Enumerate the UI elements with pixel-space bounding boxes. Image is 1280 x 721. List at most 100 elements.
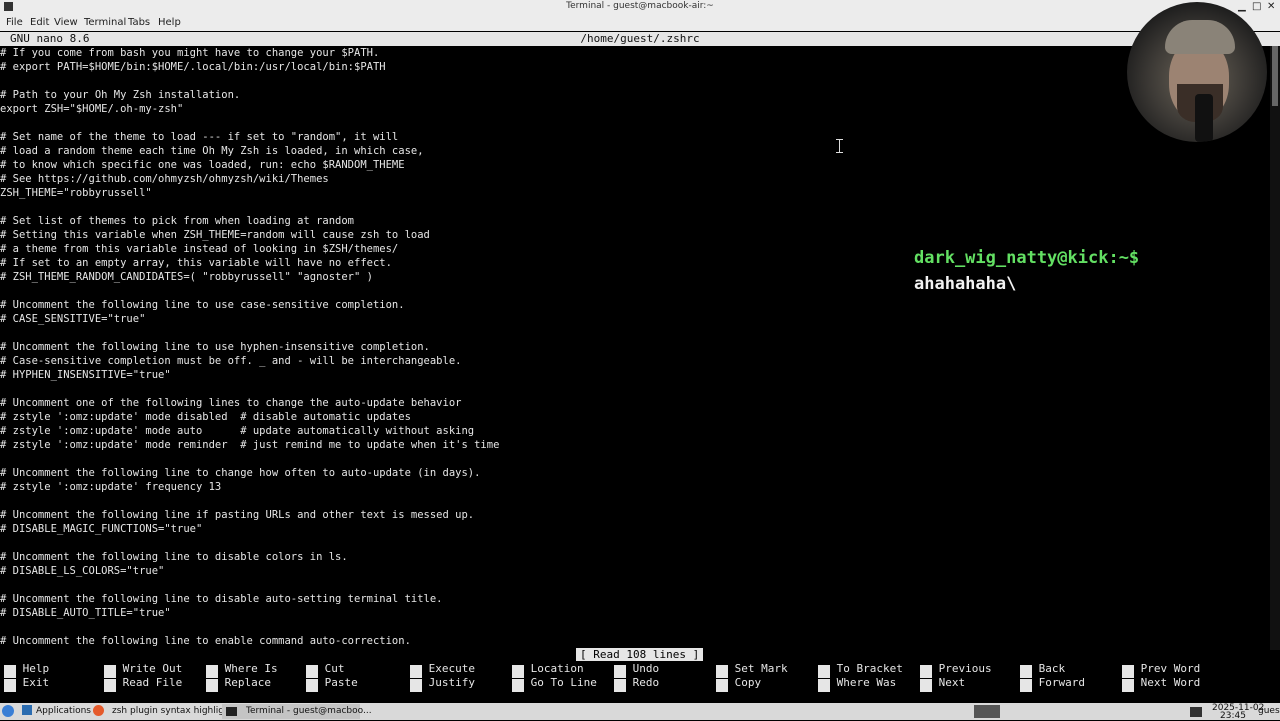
tray-user[interactable]: guest xyxy=(1258,705,1280,718)
shortcut-redo[interactable]: M-E Redo xyxy=(614,676,660,692)
menu-view[interactable]: View xyxy=(54,17,78,28)
shortcut-undo[interactable]: M-U Undo xyxy=(614,662,659,678)
shortcut-label: Redo xyxy=(632,676,660,689)
editor-line[interactable]: export ZSH="$HOME/.oh-my-zsh" xyxy=(0,102,183,116)
webcam-overlay xyxy=(1127,2,1267,142)
editor-line[interactable]: # Uncomment the following line to disabl… xyxy=(0,592,443,606)
shortcut-back[interactable]: ^B Back xyxy=(1020,662,1065,678)
shortcut-label: Prev Word xyxy=(1140,662,1201,675)
shortcut-key: ^B xyxy=(818,679,830,692)
editor-line[interactable]: # zstyle ':omz:update' mode disabled # d… xyxy=(0,410,411,424)
shortcut-key: ^J xyxy=(410,679,422,692)
shortcut-where-is[interactable]: ^W Where Is xyxy=(206,662,278,678)
editor-area[interactable]: # If you come from bash you might have t… xyxy=(0,46,1270,650)
nano-filename: /home/guest/.zshrc xyxy=(580,32,700,45)
shortcut-where-was[interactable]: ^B Where Was xyxy=(818,676,897,692)
network-icon[interactable] xyxy=(1190,707,1202,717)
shortcut-label: Help xyxy=(22,662,50,675)
microphone-icon xyxy=(1195,94,1213,142)
window-titlebar[interactable]: Terminal - guest@macbook-air:~ ▁ □ ✕ xyxy=(0,0,1280,14)
editor-line[interactable]: # Set list of themes to pick from when l… xyxy=(0,214,354,228)
shortcut-label: Previous xyxy=(938,662,992,675)
workspace-icon[interactable] xyxy=(974,705,1000,718)
shortcut-next-word[interactable]: ^Right Next Word xyxy=(1122,676,1200,692)
menu-tabs[interactable]: Tabs xyxy=(128,17,150,28)
scrollbar-thumb[interactable] xyxy=(1272,46,1278,106)
shortcut-previous[interactable]: M-Q Previous xyxy=(920,662,992,678)
shortcut-label: Where Was xyxy=(836,676,897,689)
editor-line[interactable]: # Uncomment the following line to change… xyxy=(0,466,480,480)
editor-line[interactable]: # Path to your Oh My Zsh installation. xyxy=(0,88,240,102)
menu-edit[interactable]: Edit xyxy=(30,17,49,28)
editor-line[interactable]: # If you come from bash you might have t… xyxy=(0,46,379,60)
shortcut-key: ^X xyxy=(4,679,16,692)
editor-line[interactable]: # ZSH_THEME_RANDOM_CANDIDATES=( "robbyru… xyxy=(0,270,373,284)
shortcut-cut[interactable]: ^K Cut xyxy=(306,662,345,678)
editor-line[interactable]: # Uncomment the following line if pastin… xyxy=(0,508,474,522)
shortcut-label: Exit xyxy=(22,676,50,689)
shortcut-next[interactable]: M-W Next xyxy=(920,676,965,692)
editor-line[interactable]: # Case-sensitive completion must be off.… xyxy=(0,354,461,368)
shortcut-copy[interactable]: M-6 Copy xyxy=(716,676,761,692)
applications-button[interactable]: Applications xyxy=(36,705,91,718)
editor-line[interactable]: # HYPHEN_INSENSITIVE="true" xyxy=(0,368,171,382)
shortcut-execute[interactable]: ^T Execute xyxy=(410,662,475,678)
shortcut-key: ^R xyxy=(104,679,116,692)
chat-username: dark_wig_natty@kick:~$ xyxy=(914,248,1140,268)
editor-line[interactable]: # zstyle ':omz:update' mode reminder # j… xyxy=(0,438,499,452)
terminal-task-icon xyxy=(226,707,237,716)
editor-line[interactable]: # DISABLE_LS_COLORS="true" xyxy=(0,564,164,578)
editor-line[interactable]: # Uncomment the following line to enable… xyxy=(0,634,411,648)
start-menu-icon[interactable] xyxy=(2,705,14,717)
shortcut-to-bracket[interactable]: M-] To Bracket xyxy=(818,662,903,678)
shortcut-exit[interactable]: ^X Exit xyxy=(4,676,50,692)
shortcut-go-to-line[interactable]: ^/ Go To Line xyxy=(512,676,597,692)
editor-line[interactable]: # See https://github.com/ohmyzsh/ohmyzsh… xyxy=(0,172,329,186)
shortcut-write-out[interactable]: ^O Write Out xyxy=(104,662,182,678)
editor-line[interactable]: # zstyle ':omz:update' mode auto # updat… xyxy=(0,424,474,438)
close-icon[interactable]: ✕ xyxy=(1267,1,1275,12)
shortcut-label: Forward xyxy=(1038,676,1085,689)
shortcut-paste[interactable]: ^U Paste xyxy=(306,676,358,692)
shortcut-justify[interactable]: ^J Justify xyxy=(410,676,475,692)
editor-line[interactable]: # Set name of the theme to load --- if s… xyxy=(0,130,398,144)
chat-overlay: dark_wig_natty@kick:~$ ahahahaha\ xyxy=(914,248,1139,294)
menu-file[interactable]: File xyxy=(6,17,23,28)
shortcut-prev-word[interactable]: ^Left Prev Word xyxy=(1122,662,1201,678)
editor-line[interactable]: # DISABLE_MAGIC_FUNCTIONS="true" xyxy=(0,522,202,536)
shortcut-forward[interactable]: ^F Forward xyxy=(1020,676,1085,692)
menu-help[interactable]: Help xyxy=(158,17,181,28)
editor-line[interactable]: # Uncomment the following line to use ca… xyxy=(0,298,405,312)
shortcut-label: Replace xyxy=(224,676,271,689)
menu-terminal[interactable]: Terminal xyxy=(84,17,126,28)
editor-line[interactable]: # Uncomment one of the following lines t… xyxy=(0,396,461,410)
status-message: [ Read 108 lines ] xyxy=(576,648,704,661)
terminal-task[interactable]: Terminal - guest@macboo... xyxy=(246,705,372,718)
editor-line[interactable]: # Uncomment the following line to use hy… xyxy=(0,340,430,354)
shortcut-location[interactable]: ^C Location xyxy=(512,662,584,678)
webcam-cap xyxy=(1165,20,1235,54)
shortcut-label: To Bracket xyxy=(836,662,903,675)
editor-line[interactable]: ZSH_THEME="robbyrussell" xyxy=(0,186,152,200)
shortcut-set-mark[interactable]: M-A Set Mark xyxy=(716,662,788,678)
editor-line[interactable]: # If set to an empty array, this variabl… xyxy=(0,256,392,270)
shortcut-help[interactable]: ^G Help xyxy=(4,662,50,678)
editor-line[interactable]: # DISABLE_AUTO_TITLE="true" xyxy=(0,606,171,620)
editor-line[interactable]: # zstyle ':omz:update' frequency 13 xyxy=(0,480,221,494)
minimize-icon[interactable]: ▁ xyxy=(1238,1,1246,12)
maximize-icon[interactable]: □ xyxy=(1252,1,1261,12)
editor-line[interactable]: # a theme from this variable instead of … xyxy=(0,242,398,256)
editor-line[interactable]: # Setting this variable when ZSH_THEME=r… xyxy=(0,228,430,242)
editor-line[interactable]: # Uncomment the following line to disabl… xyxy=(0,550,348,564)
scrollbar[interactable] xyxy=(1270,46,1280,650)
editor-line[interactable]: # load a random theme each time Oh My Zs… xyxy=(0,144,424,158)
chat-message: ahahahaha\ xyxy=(914,274,1017,294)
shortcut-label: Paste xyxy=(324,676,358,689)
editor-line[interactable]: # CASE_SENSITIVE="true" xyxy=(0,312,145,326)
shortcut-key: M-E xyxy=(614,679,626,692)
shortcut-replace[interactable]: ^\ Replace xyxy=(206,676,271,692)
editor-line[interactable]: # export PATH=$HOME/bin:$HOME/.local/bin… xyxy=(0,60,386,74)
shortcut-read-file[interactable]: ^R Read File xyxy=(104,676,182,692)
editor-line[interactable]: # to know which specific one was loaded,… xyxy=(0,158,405,172)
applications-icon[interactable] xyxy=(22,705,32,715)
